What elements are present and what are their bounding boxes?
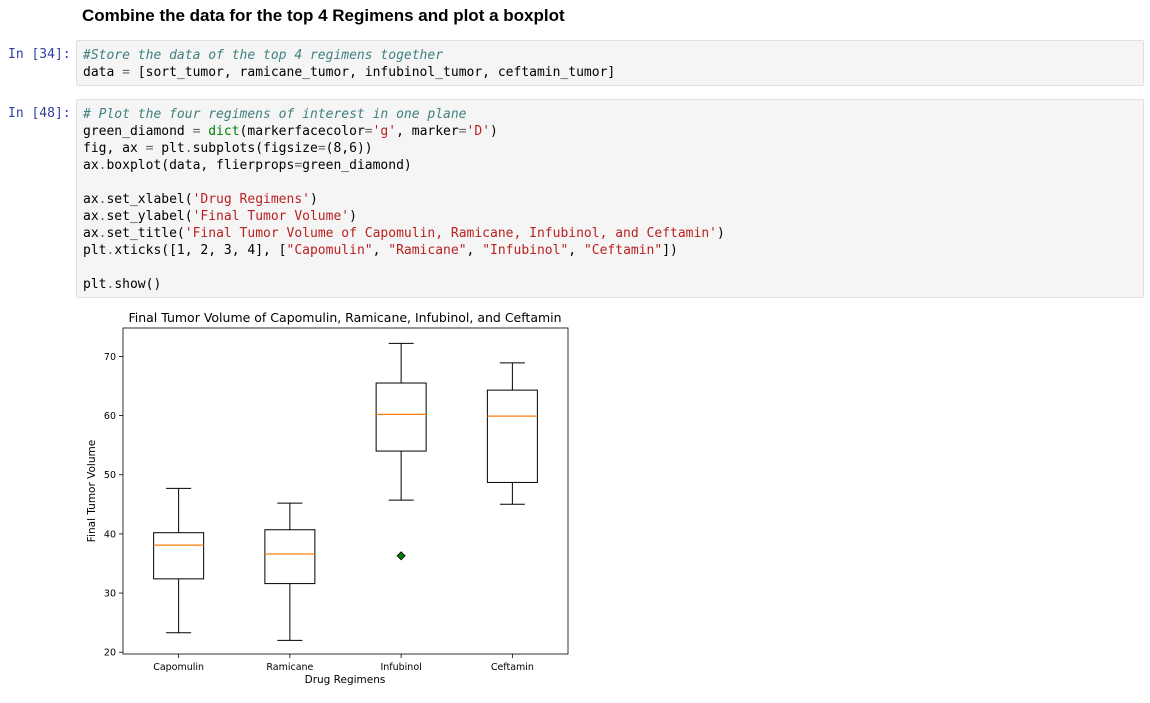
code-token: data xyxy=(83,65,123,80)
code-line: plt.show() xyxy=(83,276,1143,293)
code-token: = xyxy=(364,124,373,139)
code-token: ax xyxy=(83,158,99,173)
boxplot-chart: Final Tumor Volume of Capomulin, Ramican… xyxy=(86,310,569,686)
code-token: subplots(figsize xyxy=(192,141,318,156)
code-token: ) xyxy=(490,124,498,139)
code-token: green_diamond) xyxy=(302,158,412,173)
code-token: 'Final Tumor Volume' xyxy=(192,209,350,224)
box-infubinol xyxy=(375,382,427,452)
axes-frame xyxy=(122,327,569,655)
code-token: , marker xyxy=(396,124,459,139)
code-token: set_title( xyxy=(106,226,185,241)
code-line: data = [sort_tumor, ramicane_tumor, infu… xyxy=(83,64,1143,81)
code-token: fig, ax xyxy=(83,141,146,156)
code-cell-34[interactable]: #Store the data of the top 4 regimens to… xyxy=(76,40,1144,86)
code-token: ) xyxy=(716,226,725,241)
x-tick-label: Infubinol xyxy=(380,662,421,673)
code-token: = xyxy=(317,141,326,156)
code-token: "Infubinol" xyxy=(482,243,569,258)
code-line: ax.set_ylabel('Final Tumor Volume') xyxy=(83,208,1143,225)
code-token: , xyxy=(568,243,584,258)
code-line: ax.set_xlabel('Drug Regimens') xyxy=(83,191,1143,208)
box-capomulin xyxy=(153,532,205,580)
markdown-heading: Combine the data for the top 4 Regimens … xyxy=(82,6,565,25)
code-cell-48[interactable]: # Plot the four regimens of interest in … xyxy=(76,99,1144,298)
code-token: "Ceftamin" xyxy=(583,243,663,258)
code-token: set_xlabel( xyxy=(106,192,193,207)
box-ceftamin xyxy=(486,389,538,483)
plot-area: 20 30 40 50 60 70 Capomulin Ramicane Infubinol Ce… xyxy=(104,327,569,673)
code-token: "Capomulin" xyxy=(286,243,373,258)
code-token: 'D' xyxy=(466,124,491,139)
code-token: . xyxy=(184,141,193,156)
box-ramicane xyxy=(264,529,316,585)
code-token: set_ylabel( xyxy=(106,209,193,224)
x-tick-label: Ramicane xyxy=(266,662,313,673)
cell-prompt-34: In [34]: xyxy=(8,47,71,62)
code-token: = xyxy=(458,124,467,139)
code-line: ax.set_title('Final Tumor Volume of Capo… xyxy=(83,225,1143,242)
code-token: plt xyxy=(83,243,107,258)
outlier-diamond xyxy=(396,551,406,561)
x-axis-label: Drug Regimens xyxy=(305,674,386,686)
y-tick-label: 30 xyxy=(104,589,116,600)
code-token: plt xyxy=(153,141,185,156)
code-editor[interactable]: # Plot the four regimens of interest in … xyxy=(83,106,1143,293)
code-token: boxplot(data, flierprops xyxy=(106,158,295,173)
x-tick-label: Ceftamin xyxy=(491,662,534,673)
code-line: plt.xticks([1, 2, 3, 4], ["Capomulin", "… xyxy=(83,242,1143,259)
code-token: ]) xyxy=(662,243,678,258)
code-token: = xyxy=(294,158,303,173)
code-token: (markerfacecolor xyxy=(239,124,365,139)
code-token: # Plot the four regimens of interest in … xyxy=(83,107,467,122)
chart-title: Final Tumor Volume of Capomulin, Ramican… xyxy=(128,310,561,325)
code-line: # Plot the four regimens of interest in … xyxy=(83,106,1143,123)
code-token: green_diamond xyxy=(83,124,193,139)
code-line: fig, ax = plt.subplots(figsize=(8,6)) xyxy=(83,140,1143,157)
code-token: show() xyxy=(114,277,162,292)
code-line: #Store the data of the top 4 regimens to… xyxy=(83,47,1143,64)
code-token: ) xyxy=(349,209,357,224)
y-axis-label: Final Tumor Volume xyxy=(86,440,98,542)
code-token: 'Final Tumor Volume of Capomulin, Ramica… xyxy=(184,226,717,241)
code-token: [sort_tumor, ramicane_tumor, infubinol_t… xyxy=(129,65,616,80)
code-token: ax xyxy=(83,226,99,241)
code-token: 'g' xyxy=(372,124,397,139)
code-token: ax xyxy=(83,209,99,224)
code-line: ax.boxplot(data, flierprops=green_diamon… xyxy=(83,157,1143,174)
code-token: = xyxy=(122,65,130,80)
code-token: #Store the data of the top 4 regimens to… xyxy=(83,48,444,63)
code-token: , xyxy=(372,243,389,258)
code-token: , xyxy=(466,243,483,258)
code-token: plt xyxy=(83,277,107,292)
code-editor[interactable]: #Store the data of the top 4 regimens to… xyxy=(83,47,1143,81)
y-tick-label: 60 xyxy=(104,411,116,422)
code-token: 'Drug Regimens' xyxy=(192,192,310,207)
code-token: "Ramicane" xyxy=(388,243,467,258)
code-line: green_diamond = dict(markerfacecolor='g'… xyxy=(83,123,1143,140)
code-token: (8,6)) xyxy=(325,141,373,156)
code-token: dict xyxy=(208,124,240,139)
y-tick-label: 70 xyxy=(104,352,116,363)
y-tick-label: 50 xyxy=(104,470,116,481)
y-tick-label: 40 xyxy=(104,529,116,540)
y-tick-label: 20 xyxy=(104,648,116,659)
cell-prompt-48: In [48]: xyxy=(8,106,71,121)
code-token: ax xyxy=(83,192,99,207)
code-token: xticks([1, 2, 3, 4], [ xyxy=(114,243,287,258)
code-token: ) xyxy=(309,192,318,207)
x-tick-label: Capomulin xyxy=(153,662,204,673)
